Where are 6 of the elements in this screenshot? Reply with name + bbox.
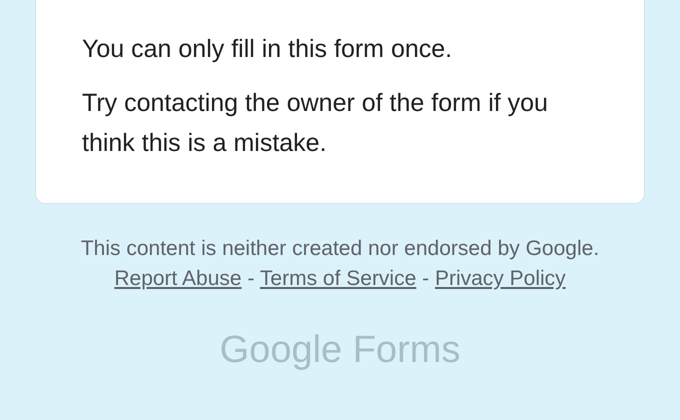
- message-text: Try contacting the owner of the form if you think this is a mistake.: [82, 88, 549, 159]
- footer-link[interactable]: Report Abuse: [114, 267, 242, 290]
- footer-link[interactable]: Privacy Policy: [434, 267, 566, 290]
- message-text: You can only fill in this form once.: [82, 34, 454, 65]
- footer-link[interactable]: Terms of Service: [260, 267, 416, 290]
- disclaimer-text: This content is neither created nor endorsed by Google. Report Abuse - Terms of Service - Privacy Policy: [80, 236, 600, 292]
